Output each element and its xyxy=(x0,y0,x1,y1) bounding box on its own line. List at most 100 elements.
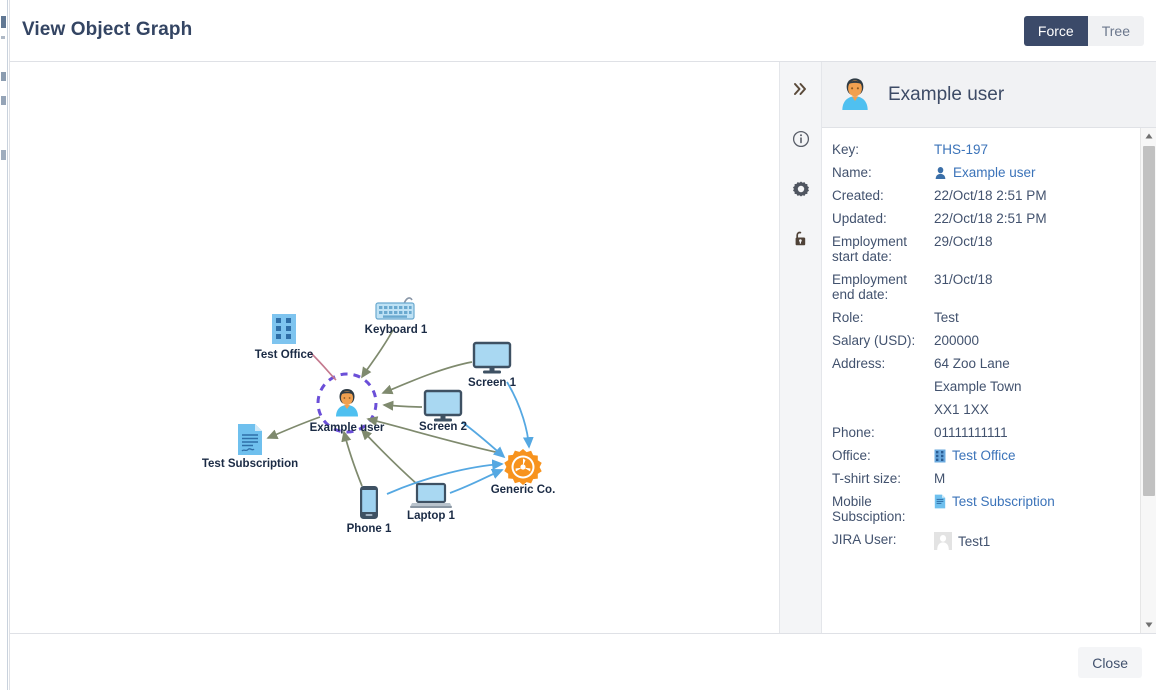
force-view-button[interactable]: Force xyxy=(1023,16,1088,46)
graph-node-label: Keyboard 1 xyxy=(364,324,428,336)
property-value: Test xyxy=(934,306,1156,329)
graph-node-label: Laptop 1 xyxy=(407,510,455,522)
property-value-text: 31/Oct/18 xyxy=(934,272,993,287)
document-icon xyxy=(238,424,262,455)
graph-node-test-subscription[interactable] xyxy=(234,422,266,463)
property-value: 64 Zoo Lane xyxy=(934,352,1156,375)
property-label: Name: xyxy=(832,165,872,180)
property-row: Phone: 01111111111 xyxy=(822,421,1156,444)
gear-company-icon xyxy=(504,449,542,485)
property-value: 22/Oct/18 2:51 PM xyxy=(934,207,1156,230)
property-label: Role: xyxy=(832,310,864,325)
property-row: Office: Test Office xyxy=(822,444,1156,467)
details-scrollbar[interactable] xyxy=(1140,128,1156,633)
property-value: 200000 xyxy=(934,329,1156,352)
property-value-text: XX1 1XX xyxy=(934,402,989,417)
property-row: Role: Test xyxy=(822,306,1156,329)
property-value-text: 22/Oct/18 2:51 PM xyxy=(934,211,1047,226)
graph-node-label: Screen 2 xyxy=(419,421,467,433)
view-mode-toggle: Force Tree xyxy=(1023,16,1144,46)
property-value: 22/Oct/18 2:51 PM xyxy=(934,184,1156,207)
property-value: 29/Oct/18 xyxy=(934,230,1156,268)
monitor-icon xyxy=(472,341,512,374)
property-row: XX1 1XX xyxy=(822,398,1156,421)
property-label: Key: xyxy=(832,142,860,157)
property-row: T-shirt size: M xyxy=(822,467,1156,490)
property-row: Created: 22/Oct/18 2:51 PM xyxy=(822,184,1156,207)
property-value-text[interactable]: Test Subscription xyxy=(952,494,1055,509)
graph-node-label: Screen 1 xyxy=(468,377,516,389)
graph-node-example-user[interactable] xyxy=(330,386,364,425)
dialog-header: View Object Graph Force Tree xyxy=(10,0,1156,62)
property-value[interactable]: Test Subscription xyxy=(934,490,1156,528)
phone-icon xyxy=(360,486,378,519)
dialog-window: View Object Graph Force Tree Test Office… xyxy=(0,0,1156,690)
gear-icon[interactable] xyxy=(786,174,816,204)
property-label: JIRA User: xyxy=(832,532,897,547)
graph-toolbar-rail xyxy=(780,62,822,633)
property-value-text: M xyxy=(934,471,946,486)
scroll-up-arrow[interactable] xyxy=(1141,128,1156,144)
graph-node-phone-1[interactable] xyxy=(358,485,380,526)
details-scroll-area[interactable]: Key: THS-197 Name: Example user Created: 22/O… xyxy=(822,128,1156,633)
unlock-icon[interactable] xyxy=(786,224,816,254)
graph-node-label: Test Office xyxy=(254,349,314,361)
property-value-text: Test1 xyxy=(958,533,991,549)
office-small-icon xyxy=(934,449,946,463)
property-row: Mobile Subsciption: Test Subscription xyxy=(822,490,1156,528)
property-label: Office: xyxy=(832,448,871,463)
laptop-icon xyxy=(410,482,452,508)
scrollbar-thumb[interactable] xyxy=(1143,146,1155,496)
details-title: Example user xyxy=(888,83,1005,105)
background-page-sliver xyxy=(0,0,8,690)
person-avatar-icon xyxy=(842,77,868,110)
graph-node-label: Test Subscription xyxy=(201,458,299,470)
property-value[interactable]: Test Office xyxy=(934,444,1156,467)
property-value-text[interactable]: THS-197 xyxy=(934,142,988,157)
property-value-text: Test xyxy=(934,310,959,325)
view-object-graph-dialog: View Object Graph Force Tree Test Office… xyxy=(9,0,1156,690)
person-icon xyxy=(336,389,358,417)
property-label: Created: xyxy=(832,188,884,203)
property-value: XX1 1XX xyxy=(934,398,1156,421)
property-label: Salary (USD): xyxy=(832,333,916,348)
info-icon[interactable] xyxy=(786,124,816,154)
graph-node-test-office[interactable] xyxy=(269,312,299,351)
keyboard-icon xyxy=(375,297,415,320)
graph-node-label: Generic Co. xyxy=(490,484,556,496)
property-row: Address: 64 Zoo Lane xyxy=(822,352,1156,375)
property-row: Key: THS-197 xyxy=(822,138,1156,161)
property-row: Salary (USD): 200000 xyxy=(822,329,1156,352)
office-building-icon xyxy=(272,314,296,344)
property-value-text: 64 Zoo Lane xyxy=(934,356,1010,371)
graph-node-screen-1[interactable] xyxy=(472,341,512,380)
object-graph-canvas[interactable]: Test Office Keyboard 1 Screen 1 Screen 2… xyxy=(10,62,780,633)
property-label: T-shirt size: xyxy=(832,471,902,486)
property-value-text: 200000 xyxy=(934,333,980,348)
property-row: Example Town xyxy=(822,375,1156,398)
property-value-text[interactable]: Example user xyxy=(953,165,1036,180)
property-value[interactable]: THS-197 xyxy=(934,138,1156,161)
monitor-icon xyxy=(423,389,463,422)
property-label: Employment end date: xyxy=(832,272,908,302)
object-details-panel: Example user Key: THS-197 Name: Example use… xyxy=(822,62,1156,633)
tree-view-button[interactable]: Tree xyxy=(1087,16,1144,46)
property-value: 01111111111 xyxy=(934,421,1156,444)
property-row: Name: Example user xyxy=(822,161,1156,184)
person-small-icon xyxy=(934,166,947,180)
property-label: Address: xyxy=(832,356,886,371)
property-value: Example Town xyxy=(934,375,1156,398)
property-value-text[interactable]: Test Office xyxy=(952,448,1016,463)
close-button[interactable]: Close xyxy=(1078,647,1142,678)
property-label: Mobile Subsciption: xyxy=(832,494,906,524)
document-small-icon xyxy=(934,494,946,509)
property-value-text: 01111111111 xyxy=(934,425,1008,440)
property-value-text: 29/Oct/18 xyxy=(934,234,993,249)
expand-icon[interactable] xyxy=(786,74,816,104)
property-row: Employment start date: 29/Oct/18 xyxy=(822,230,1156,268)
property-label: Updated: xyxy=(832,211,887,226)
graph-node-label: Example user xyxy=(309,422,385,434)
property-value[interactable]: Example user xyxy=(934,161,1156,184)
scroll-down-arrow[interactable] xyxy=(1141,617,1156,633)
property-label: Employment start date: xyxy=(832,234,908,264)
